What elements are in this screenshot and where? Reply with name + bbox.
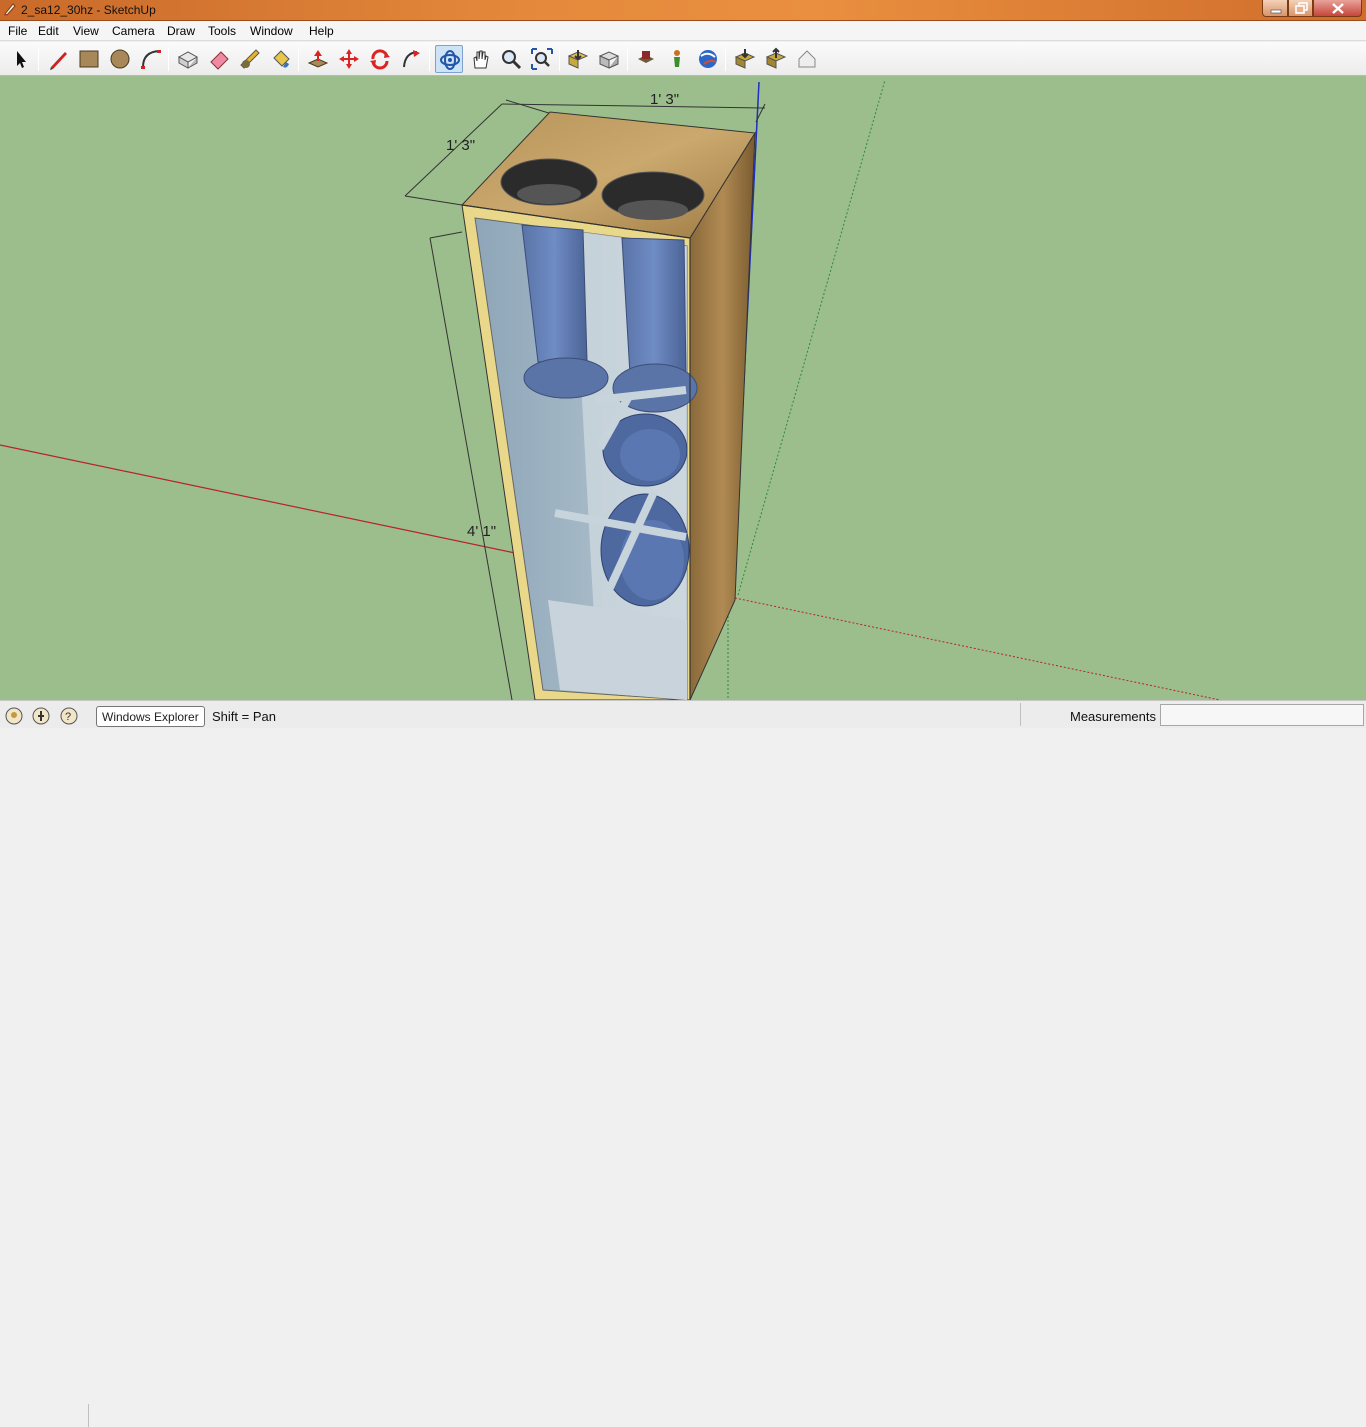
arc-icon	[141, 50, 161, 69]
rotate-icon	[370, 49, 390, 70]
menu-file[interactable]: File	[8, 24, 27, 38]
paint-bucket-button[interactable]	[267, 45, 295, 73]
geo-location-icon[interactable]	[5, 707, 23, 725]
get-models-icon	[567, 50, 589, 69]
select-arrow-icon	[17, 51, 26, 68]
woofer-upper-cone	[620, 429, 680, 481]
title-bar: 2_sa12_30hz - SketchUp	[0, 0, 1366, 21]
push-pull-button[interactable]	[304, 45, 332, 73]
eraser-icon	[210, 51, 229, 70]
menu-view[interactable]: View	[73, 24, 99, 38]
eraser-tool-button[interactable]	[205, 45, 233, 73]
svg-text:?: ?	[65, 711, 71, 723]
globe-icon	[699, 50, 717, 68]
person-pin-icon	[674, 50, 680, 67]
pan-hand-icon	[473, 50, 489, 69]
pencil-icon	[50, 52, 67, 70]
status-message: Shift = Pan	[212, 709, 276, 724]
house-model-button[interactable]	[793, 45, 821, 73]
window-title: 2_sa12_30hz - SketchUp	[21, 3, 156, 17]
zoom-magnifier-icon	[502, 50, 522, 70]
dimension-label-depth: 1' 3"	[446, 137, 476, 154]
port-flare-left	[523, 357, 609, 399]
share-component-button[interactable]	[762, 45, 790, 73]
follow-me-icon	[403, 50, 420, 68]
help-circle-icon[interactable]: ?	[60, 707, 78, 725]
components-down-icon	[734, 49, 756, 69]
restore-icon	[1295, 2, 1308, 14]
share-model-button[interactable]	[595, 45, 623, 73]
port-inner-left	[517, 184, 581, 204]
orbit-icon	[440, 50, 460, 70]
menu-window[interactable]: Window	[250, 24, 293, 38]
components-up-icon	[765, 47, 787, 69]
measurements-label: Measurements	[1070, 709, 1156, 724]
component-icon	[177, 51, 199, 69]
rectangle-icon	[79, 50, 99, 68]
house-icon	[798, 50, 816, 68]
menu-camera[interactable]: Camera	[112, 24, 155, 38]
menu-draw[interactable]: Draw	[167, 24, 195, 38]
rectangle-tool-button[interactable]	[75, 45, 103, 73]
dimension-label-height: 4' 1"	[467, 523, 497, 540]
get-models-button[interactable]	[564, 45, 592, 73]
pan-tool-button[interactable]	[466, 45, 494, 73]
zoom-tool-button[interactable]	[497, 45, 525, 73]
follow-me-button[interactable]	[397, 45, 425, 73]
main-toolbar	[0, 42, 1366, 76]
circle-tool-button[interactable]	[106, 45, 134, 73]
circle-icon	[110, 49, 130, 69]
close-button[interactable]	[1313, 0, 1362, 17]
modeling-viewport[interactable]: 1' 3" 1' 3" 4' 1"	[0, 76, 1366, 700]
minimize-icon	[1270, 9, 1282, 14]
windows-explorer-tooltip: Windows Explorer	[96, 706, 205, 727]
make-component-button[interactable]	[174, 45, 202, 73]
arc-tool-button[interactable]	[137, 45, 165, 73]
scene-canvas	[0, 79, 1221, 700]
red-axis-line	[0, 444, 516, 554]
menu-bar: File Edit View Camera Draw Tools Window …	[0, 21, 1366, 41]
port-tube-right	[621, 237, 687, 376]
add-location-button[interactable]	[632, 45, 660, 73]
close-icon	[1332, 3, 1344, 14]
pencil-tool-button[interactable]	[44, 45, 72, 73]
minimize-button[interactable]	[1262, 0, 1288, 17]
preview-google-earth-button[interactable]	[694, 45, 722, 73]
tape-measure-icon	[240, 49, 260, 69]
menu-help[interactable]: Help	[309, 24, 334, 38]
tape-measure-button[interactable]	[236, 45, 264, 73]
dimension-label-width: 1' 3"	[650, 91, 680, 108]
orbit-tool-button[interactable]	[435, 45, 463, 73]
get-components-button[interactable]	[731, 45, 759, 73]
zoom-extents-button[interactable]	[528, 45, 556, 73]
zoom-extents-icon	[531, 48, 553, 70]
share-model-icon	[598, 51, 620, 69]
menu-tools[interactable]: Tools	[208, 24, 236, 38]
move-icon	[339, 49, 359, 69]
paint-bucket-icon	[273, 50, 290, 68]
push-pull-icon	[307, 50, 329, 68]
select-tool-button[interactable]	[6, 45, 34, 73]
port-inner-right	[618, 200, 688, 220]
credits-icon[interactable]	[32, 707, 50, 725]
restore-button[interactable]	[1288, 0, 1313, 17]
measurements-input[interactable]	[1160, 704, 1364, 726]
rotate-tool-button[interactable]	[366, 45, 394, 73]
green-axis-dotted-line	[737, 79, 886, 596]
toggle-terrain-button[interactable]	[663, 45, 691, 73]
menu-edit[interactable]: Edit	[38, 24, 59, 38]
red-axis-dotted-line	[734, 597, 1221, 700]
move-tool-button[interactable]	[335, 45, 363, 73]
sketchup-app-icon	[4, 3, 16, 16]
building-icon	[638, 51, 654, 63]
